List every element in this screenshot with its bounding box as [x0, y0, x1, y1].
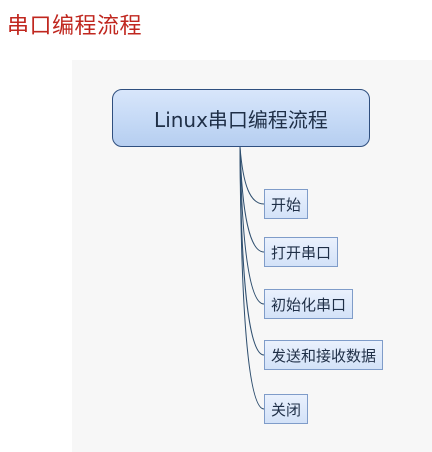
child-node-close: 关闭 — [264, 394, 309, 424]
connector-open-port — [239, 146, 265, 253]
child-node-init-port: 初始化串口 — [264, 289, 354, 319]
connector-start — [239, 146, 265, 205]
connector-init-port — [239, 146, 265, 305]
child-node-send-receive: 发送和接收数据 — [264, 340, 384, 370]
connector-close — [239, 146, 265, 410]
child-node-start: 开始 — [264, 189, 309, 219]
connector-lines — [239, 146, 265, 410]
root-node: Linux串口编程流程 — [112, 89, 370, 147]
child-node-open-port: 打开串口 — [264, 237, 339, 267]
